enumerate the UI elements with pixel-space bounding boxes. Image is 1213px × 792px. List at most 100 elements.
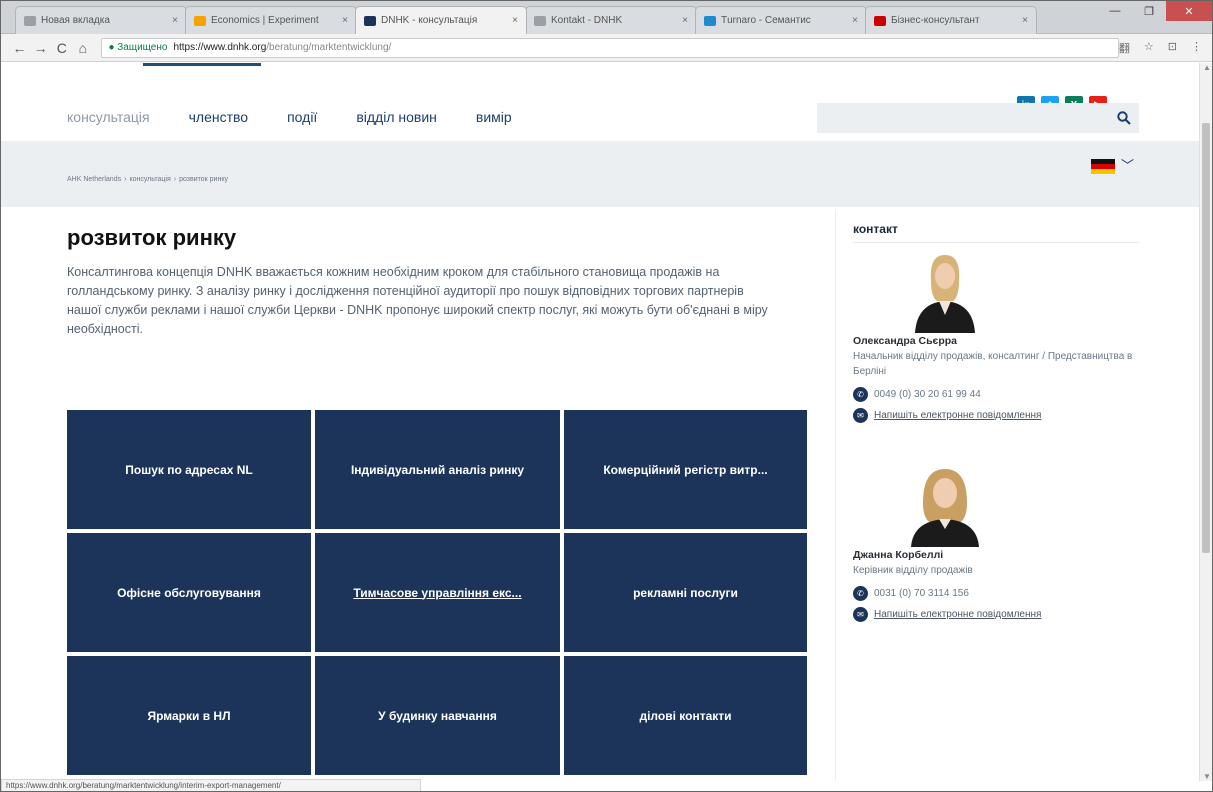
avatar [901, 249, 985, 333]
extension-icon[interactable]: ⊡ [1168, 40, 1177, 56]
tab-close-icon[interactable]: × [512, 15, 518, 26]
window-controls: — ❐ ✕ [1062, 1, 1212, 23]
contact-phone: ✆ 0031 (0) 70 3114 156 [853, 586, 1143, 601]
menu-icon[interactable]: ⋮ [1191, 40, 1202, 56]
tab-favicon-icon [194, 15, 206, 26]
browser-window: Новая вкладка × Economics | Experiment ×… [0, 0, 1213, 792]
nav-item-consulting[interactable]: консультація [67, 109, 150, 129]
german-flag-icon[interactable] [1091, 159, 1115, 174]
phone-icon: ✆ [853, 387, 868, 402]
contact-card: Олександра Сьєрра Начальник відділу прод… [853, 249, 1143, 423]
minimize-button[interactable]: — [1098, 1, 1132, 21]
contact-role: Керівник відділу продажів [853, 565, 973, 576]
url-host: https://www.dnhk.org [173, 42, 267, 53]
contact-name: Олександра Сьєрра [853, 335, 958, 347]
vertical-scrollbar[interactable]: ▲ ▼ [1199, 63, 1212, 781]
tab-economics[interactable]: Economics | Experiment × [185, 6, 357, 34]
tab-kontakt[interactable]: Kontakt - DNHK × [525, 6, 697, 34]
search-icon[interactable] [1117, 111, 1131, 125]
forward-arrow-icon[interactable]: → [30, 40, 51, 56]
reload-icon[interactable]: C [51, 40, 72, 56]
translate-icon[interactable]: 翻 [1119, 40, 1130, 56]
phone-number[interactable]: 0049 (0) 30 20 61 99 44 [874, 389, 981, 400]
tab-close-icon[interactable]: × [172, 15, 178, 26]
address-bar: ← → C ⌂ ● Защищено https://www.dnhk.org … [1, 34, 1212, 62]
sidebar-divider [835, 209, 836, 781]
contact-role: Начальник відділу продажів, консалтинг /… [853, 351, 1133, 377]
email-icon: ✉ [853, 607, 868, 622]
contact-card: Джанна Корбеллі Керівник відділу продажі… [853, 463, 1143, 622]
page-title: розвиток ринку [67, 225, 237, 250]
scroll-thumb[interactable] [1202, 123, 1210, 553]
contact-phone: ✆ 0049 (0) 30 20 61 99 44 [853, 387, 1143, 402]
nav-item-news[interactable]: відділ новин [356, 109, 437, 129]
nav-item-membership[interactable]: членство [189, 109, 248, 129]
tab-dnhk[interactable]: DNHK - консультація × [355, 6, 527, 34]
email-link[interactable]: Напишіть електронне повідомлення [874, 410, 1041, 421]
sidebar-rule [853, 242, 1139, 243]
search-box [817, 103, 1139, 133]
tile-advertising-services[interactable]: рекламні послуги [564, 533, 807, 652]
tab-bar: Новая вкладка × Economics | Experiment ×… [1, 1, 1212, 34]
tab-title: Бізнес-консультант [891, 15, 980, 26]
tab-close-icon[interactable]: × [342, 15, 348, 26]
scroll-up-icon[interactable]: ▲ [1203, 63, 1211, 72]
tab-favicon-icon [704, 15, 716, 26]
back-arrow-icon[interactable]: ← [9, 40, 30, 56]
breadcrumb: AHK Netherlands › консультація › розвито… [67, 176, 228, 183]
tile-interim-export-management[interactable]: Тимчасове управління екс... [315, 533, 560, 652]
tab-close-icon[interactable]: × [852, 15, 858, 26]
tab-favicon-icon [24, 15, 36, 26]
tab-close-icon[interactable]: × [682, 15, 688, 26]
chevron-down-icon[interactable]: ﹀ [1121, 155, 1134, 174]
url-input[interactable]: ● Защищено https://www.dnhk.org /beratun… [101, 37, 1119, 58]
tile-commercial-register[interactable]: Комерційний регістр витр... [564, 410, 807, 529]
avatar [901, 463, 985, 547]
search-input[interactable] [817, 103, 1107, 133]
tab-favicon-icon [874, 15, 886, 26]
status-bar: https://www.dnhk.org/beratung/marktentwi… [1, 779, 421, 791]
tile-market-analysis[interactable]: Індивідуальний аналіз ринку [315, 410, 560, 529]
main-nav: консультація членство події відділ новин… [67, 109, 551, 129]
breadcrumb-current: розвиток ринку [179, 176, 228, 183]
email-link[interactable]: Напишіть електронне повідомлення [874, 609, 1041, 620]
tab-new-tab[interactable]: Новая вкладка × [15, 6, 187, 34]
nav-item-measurement[interactable]: вимір [476, 109, 512, 129]
scroll-down-icon[interactable]: ▼ [1203, 772, 1211, 781]
maximize-button[interactable]: ❐ [1132, 1, 1166, 21]
tab-title: Kontakt - DNHK [551, 15, 623, 26]
tab-title: DNHK - консультація [381, 15, 478, 26]
tile-trade-fairs[interactable]: Ярмарки в НЛ [67, 656, 311, 775]
close-window-button[interactable]: ✕ [1166, 1, 1212, 21]
tab-semantic[interactable]: Тurnaro - Cемантиc × [695, 6, 867, 34]
active-nav-indicator [143, 63, 261, 66]
service-tiles: Пошук по адресах NL Індивідуальний аналі… [67, 410, 813, 775]
contact-email: ✉ Напишіть електронне повідомлення [853, 408, 1143, 423]
tile-business-contacts[interactable]: ділові контакти [564, 656, 807, 775]
tile-address-search[interactable]: Пошук по адресах NL [67, 410, 311, 529]
breadcrumb-bar [1, 141, 1199, 207]
contact-email: ✉ Напишіть електронне повідомлення [853, 607, 1143, 622]
tab-close-icon[interactable]: × [1022, 15, 1028, 26]
bookmark-star-icon[interactable]: ☆ [1144, 40, 1154, 56]
home-icon[interactable]: ⌂ [72, 40, 93, 56]
address-bar-actions: 翻 ☆ ⊡ ⋮ [1119, 40, 1202, 56]
contact-name: Джанна Корбеллі [853, 549, 944, 561]
web-page: in t X ▶ консультація членство події від… [1, 63, 1199, 781]
tab-business[interactable]: Бізнес-консультант × [865, 6, 1037, 34]
breadcrumb-separator: › [124, 176, 127, 183]
breadcrumb-item[interactable]: консультація [129, 176, 170, 183]
phone-number[interactable]: 0031 (0) 70 3114 156 [874, 588, 969, 599]
tab-title: Тurnaro - Cемантиc [721, 15, 811, 26]
tab-favicon-icon [534, 15, 546, 26]
breadcrumb-separator: › [173, 176, 177, 183]
breadcrumb-item[interactable]: AHK Netherlands [67, 176, 121, 183]
tile-office-services[interactable]: Офісне обслуговування [67, 533, 311, 652]
tab-title: Новая вкладка [41, 15, 110, 26]
phone-icon: ✆ [853, 586, 868, 601]
tile-inhouse-training[interactable]: У будинку навчання [315, 656, 560, 775]
url-path: /beratung/marktentwicklung/ [266, 42, 392, 53]
sidebar-title: контакт [853, 222, 898, 236]
nav-item-events[interactable]: події [287, 109, 317, 129]
secure-lock-icon: ● Защищено [108, 42, 168, 53]
